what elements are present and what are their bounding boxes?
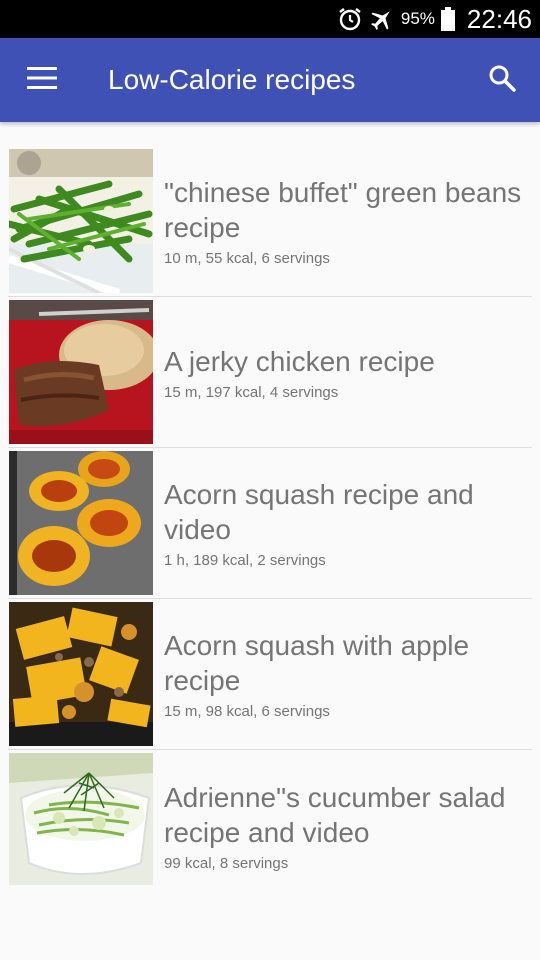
list-item[interactable]: "chinese buffet" green beans recipe 10 m… xyxy=(8,146,532,297)
recipe-title: Adrienne"s cucumber salad recipe and vid… xyxy=(164,781,506,848)
recipe-meta: 15 m, 197 kcal, 4 servings xyxy=(164,383,339,401)
battery-percent: 95% xyxy=(400,9,435,28)
jerky-chicken-photo xyxy=(9,300,153,444)
list-item[interactable]: A jerky chicken recipe 15 m, 197 kcal, 4… xyxy=(8,297,532,448)
status-bar: 95% 22:46 xyxy=(0,0,540,38)
clock: 22:46 xyxy=(466,3,532,34)
recipe-list: "chinese buffet" green beans recipe 10 m… xyxy=(0,146,540,901)
recipe-meta: 10 m, 55 kcal, 6 servings xyxy=(164,250,330,267)
menu-button[interactable] xyxy=(14,58,70,102)
list-item[interactable]: Acorn squash recipe and video 1 h, 189 k… xyxy=(8,448,532,599)
battery-icon xyxy=(440,7,455,31)
airplane-mode-icon xyxy=(369,6,395,32)
recipe-title: Acorn squash recipe and video xyxy=(164,479,474,545)
recipe-meta: 1 h, 189 kcal, 2 servings xyxy=(164,552,326,569)
list-item[interactable]: Adrienne"s cucumber salad recipe and vid… xyxy=(8,750,532,901)
squash-apple-photo xyxy=(9,602,153,746)
status-indicators: 95% 22:46 xyxy=(337,0,532,38)
recipe-meta: 15 m, 98 kcal, 6 servings xyxy=(164,703,330,720)
recipe-meta: 99 kcal, 8 servings xyxy=(164,854,289,872)
recipe-title: A jerky chicken recipe xyxy=(164,345,435,377)
green-beans-photo xyxy=(9,149,153,293)
alarm-icon xyxy=(337,6,363,32)
search-icon xyxy=(488,64,516,97)
menu-icon xyxy=(27,66,57,94)
app-bar: Low-Calorie recipes xyxy=(0,38,540,122)
cucumber-salad-photo xyxy=(9,753,153,897)
list-item[interactable]: Acorn squash with apple recipe 15 m, 98 … xyxy=(8,599,532,750)
recipe-title: "chinese buffet" green beans recipe xyxy=(164,177,522,243)
search-button[interactable] xyxy=(480,58,524,102)
page-title: Low-Calorie recipes xyxy=(108,64,356,95)
recipe-title: Acorn squash with apple recipe xyxy=(164,630,470,696)
acorn-squash-photo xyxy=(9,451,153,595)
